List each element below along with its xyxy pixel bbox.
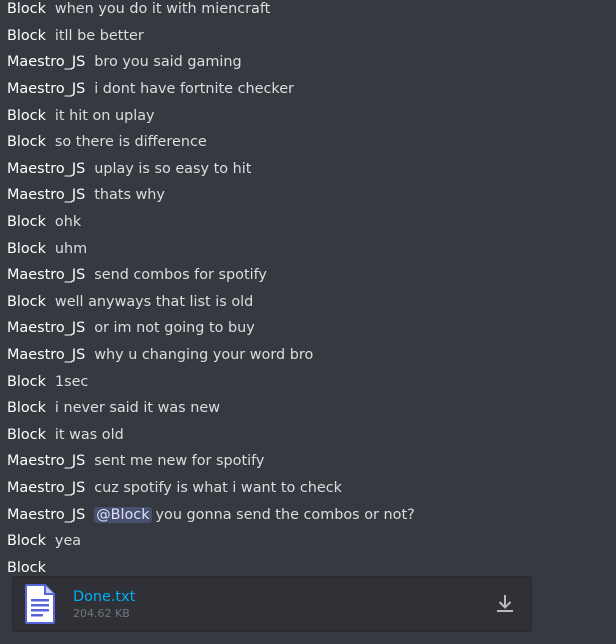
message-text: ohk bbox=[54, 214, 82, 231]
message-text: it was old bbox=[54, 426, 124, 443]
message-author[interactable]: Block bbox=[7, 241, 46, 257]
message-row: Block well anyways that list is old bbox=[7, 289, 616, 316]
message-row: Maestro_JS i dont have fortnite checker bbox=[7, 76, 616, 103]
message-author[interactable]: Maestro_JS bbox=[7, 81, 85, 97]
file-size: 204.62 KB bbox=[73, 606, 130, 620]
message-author[interactable]: Block bbox=[7, 400, 46, 416]
message-row: Block so there is difference bbox=[7, 129, 616, 156]
message-row: Block itll be better bbox=[7, 23, 616, 50]
message-text: why u changing your word bro bbox=[94, 347, 314, 364]
message-list: Block when you do it with miencraft Block i… bbox=[7, 0, 616, 581]
message-author[interactable]: Block bbox=[7, 134, 46, 150]
message-author[interactable]: Maestro_JS bbox=[7, 480, 85, 496]
message-row: Maestro_JS why u changing your word bro bbox=[7, 342, 616, 369]
message-text: itll be better bbox=[54, 27, 144, 44]
message-text: send combos for spotify bbox=[94, 267, 267, 284]
message-author[interactable]: Block bbox=[7, 560, 46, 576]
message-author[interactable]: Maestro_JS bbox=[7, 507, 85, 523]
message-row: Block 1sec bbox=[7, 368, 616, 395]
message-row: Maestro_JS or im not going to buy bbox=[7, 315, 616, 342]
message-author[interactable]: Maestro_JS bbox=[7, 267, 85, 283]
message-author[interactable]: Maestro_JS bbox=[7, 161, 85, 177]
message-text: when you do it with miencraft bbox=[54, 1, 271, 18]
message-text: it hit on uplay bbox=[54, 107, 155, 124]
message-text: so there is difference bbox=[54, 134, 207, 151]
message-row: Maestro_JS bro you said gaming bbox=[7, 49, 616, 76]
message-author[interactable]: Block bbox=[7, 533, 46, 549]
user-mention[interactable]: @Block bbox=[94, 506, 152, 523]
file-attachment: Done.txt 204.62 KB bbox=[12, 576, 532, 632]
message-author[interactable]: Block bbox=[7, 214, 46, 230]
message-row: Maestro_JS send combos for spotify bbox=[7, 262, 616, 289]
download-icon[interactable] bbox=[493, 592, 517, 616]
message-row: Maestro_JS cuz spotify is what i want to … bbox=[7, 475, 616, 502]
message-row: Block i never said it was new bbox=[7, 395, 616, 422]
message-text: sent me new for spotify bbox=[94, 453, 265, 470]
message-row: Maestro_JS uplay is so easy to hit bbox=[7, 156, 616, 183]
message-text: i dont have fortnite checker bbox=[94, 81, 294, 98]
message-row: Block it was old bbox=[7, 422, 616, 449]
message-row: Block yea bbox=[7, 528, 616, 555]
message-text: bro you said gaming bbox=[94, 54, 242, 71]
message-author[interactable]: Maestro_JS bbox=[7, 54, 85, 70]
chat-log: Block when you do it with miencraft Block i… bbox=[0, 0, 616, 640]
message-row: Block when you do it with miencraft bbox=[7, 0, 616, 23]
message-text: well anyways that list is old bbox=[54, 293, 254, 310]
file-name-link[interactable]: Done.txt bbox=[73, 588, 493, 606]
message-author[interactable]: Block bbox=[7, 1, 46, 17]
message-text: yea bbox=[54, 533, 82, 550]
message-row: Maestro_JS sent me new for spotify bbox=[7, 448, 616, 475]
message-author[interactable]: Block bbox=[7, 28, 46, 44]
message-author[interactable]: Maestro_JS bbox=[7, 453, 85, 469]
message-text: or im not going to buy bbox=[94, 320, 255, 337]
message-row: Block it hit on uplay bbox=[7, 102, 616, 129]
message-text: i never said it was new bbox=[54, 400, 220, 417]
message-author[interactable]: Block bbox=[7, 427, 46, 443]
message-row: Block uhm bbox=[7, 235, 616, 262]
message-text: thats why bbox=[94, 187, 165, 204]
message-text: 1sec bbox=[54, 373, 89, 390]
message-row: Maestro_JS @Block you gonna send the combo… bbox=[7, 501, 616, 528]
message-author[interactable]: Maestro_JS bbox=[7, 320, 85, 336]
text-file-icon bbox=[25, 584, 55, 624]
message-author[interactable]: Maestro_JS bbox=[7, 347, 85, 363]
message-author[interactable]: Maestro_JS bbox=[7, 187, 85, 203]
message-author[interactable]: Block bbox=[7, 294, 46, 310]
message-author[interactable]: Block bbox=[7, 374, 46, 390]
message-author[interactable]: Block bbox=[7, 108, 46, 124]
message-text: uplay is so easy to hit bbox=[94, 160, 252, 177]
message-row: Block ohk bbox=[7, 209, 616, 236]
message-text: cuz spotify is what i want to check bbox=[94, 479, 343, 496]
message-row: Maestro_JS thats why bbox=[7, 182, 616, 209]
message-text: you gonna send the combos or not? bbox=[155, 506, 415, 523]
file-info: Done.txt 204.62 KB bbox=[73, 588, 493, 621]
message-text: uhm bbox=[54, 240, 88, 257]
